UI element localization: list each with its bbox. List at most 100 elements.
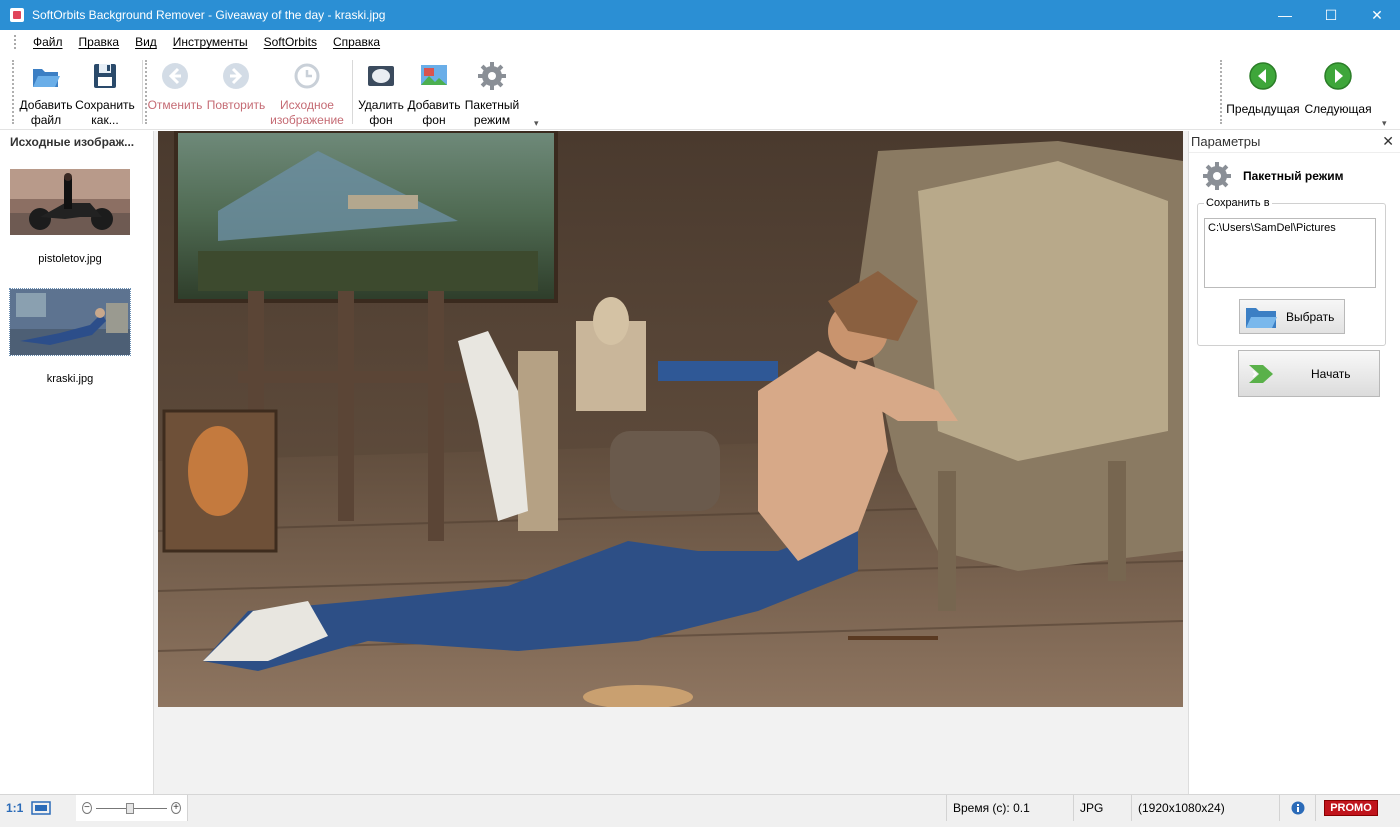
floppy-disk-icon (89, 60, 121, 92)
processing-time: Время (с): 0.1 (946, 794, 1074, 822)
actual-size-button[interactable]: 1:1 (6, 801, 23, 815)
file-group: Добавить файл Сохранить как... (18, 58, 136, 128)
folder-open-icon (30, 60, 62, 92)
main-image[interactable] (158, 131, 1183, 707)
thumbnail-label: kraski.jpg (46, 373, 94, 385)
status-bar: 1:1 − + Время (с): 0.1 JPG (1920x1080x24… (0, 794, 1400, 822)
thumbnail-kraski[interactable] (9, 288, 131, 356)
remove-bg-label-1: Удалить (358, 98, 404, 112)
menu-edit[interactable]: Правка (71, 35, 128, 49)
save-as-label-1: Сохранить (75, 98, 135, 112)
original-label-1: Исходное (280, 98, 334, 112)
add-background-button[interactable]: Добавить фон (406, 58, 462, 128)
start-label: Начать (1311, 366, 1351, 381)
window-bottom-edge (0, 821, 1400, 827)
title-bar: SoftOrbits Background Remover - Giveaway… (0, 0, 1400, 30)
batch-mode-label: Пакетный режим (1243, 169, 1344, 183)
folder-icon (1246, 307, 1277, 328)
scale-controls: 1:1 (0, 795, 76, 822)
navigation-group: Предыдущая Следующая (1226, 58, 1376, 128)
zoom-slider-area: − + (76, 794, 188, 822)
start-button[interactable]: Начать (1238, 350, 1380, 397)
menu-view[interactable]: Вид (127, 35, 165, 49)
save-to-group: Сохранить в C:\Users\SamDel\Pictures Выб… (1197, 197, 1386, 346)
batch-label-2: режим (473, 113, 511, 127)
save-path-field[interactable]: C:\Users\SamDel\Pictures (1204, 218, 1376, 288)
eraser-icon (365, 60, 397, 92)
source-images-panel: Исходные изображ... pistoletov.jpg krask… (0, 131, 154, 794)
remove-background-button[interactable]: Удалить фон (356, 58, 406, 128)
zoom-slider-thumb[interactable] (125, 802, 134, 814)
toolbar-separator (352, 60, 353, 124)
source-images-header: Исходные изображ... (10, 135, 135, 149)
add-bg-label-2: фон (422, 113, 446, 127)
history-clock-icon (291, 60, 323, 92)
batch-mode-row: Пакетный режим (1201, 159, 1400, 193)
window-title: SoftOrbits Background Remover - Giveaway… (32, 8, 386, 22)
green-left-arrow-icon (1247, 60, 1279, 92)
fit-window-icon[interactable] (31, 801, 52, 815)
next-label: Следующая (1304, 102, 1372, 116)
toolbar-separator (142, 60, 143, 124)
info-icon (1291, 801, 1304, 815)
parameters-title: Параметры (1191, 134, 1261, 149)
menu-tools[interactable]: Инструменты (165, 35, 256, 49)
thumbnail-label: pistoletov.jpg (38, 253, 102, 265)
add-bg-label-1: Добавить (407, 98, 461, 112)
undo-label: Отменить (147, 98, 203, 112)
start-arrow-icon (1249, 364, 1273, 383)
zoom-out-icon[interactable]: − (82, 802, 92, 814)
green-right-arrow-icon (1322, 60, 1354, 92)
zoom-in-icon[interactable]: + (171, 802, 181, 814)
maximize-button[interactable]: ☐ (1308, 0, 1354, 30)
redo-label: Повторить (206, 98, 266, 112)
image-canvas[interactable] (154, 131, 1188, 794)
picture-icon (418, 60, 450, 92)
menu-file[interactable]: Файл (25, 35, 71, 49)
parameters-header: Параметры ✕ (1189, 131, 1400, 153)
info-button[interactable] (1280, 794, 1316, 822)
undo-button[interactable]: Отменить (146, 58, 204, 128)
image-dimensions: (1920x1080x24) (1132, 794, 1280, 822)
gear-icon (1203, 162, 1231, 190)
toolbar-overflow-icon[interactable]: ▾ (534, 118, 539, 129)
original-label-2: изображение (270, 113, 344, 127)
batch-mode-button[interactable]: Пакетный режим (462, 58, 522, 128)
app-icon (10, 8, 24, 22)
add-file-button[interactable]: Добавить файл (18, 58, 74, 128)
panel-close-icon[interactable]: ✕ (1382, 133, 1394, 150)
toolbar-grip (12, 60, 15, 124)
save-to-label: Сохранить в (1204, 197, 1272, 209)
zoom-slider[interactable] (95, 802, 168, 814)
previous-label: Предыдущая (1226, 102, 1300, 116)
edit-group: Отменить Повторить Исходное изображение (146, 58, 346, 128)
previous-button[interactable]: Предыдущая (1226, 58, 1300, 128)
remove-bg-label-2: фон (369, 113, 393, 127)
promo-area: PROMO (1316, 795, 1386, 822)
toolbar: Добавить файл Сохранить как... Отменить … (0, 54, 1400, 130)
save-as-button[interactable]: Сохранить как... (74, 58, 136, 128)
thumbnail-pistoletov[interactable] (10, 169, 130, 235)
parameters-panel: Параметры ✕ Пакетный режим Сохранить в C… (1188, 131, 1400, 794)
menu-grip (14, 35, 17, 49)
batch-label-1: Пакетный (464, 98, 520, 112)
arrow-right-circle-icon (220, 60, 252, 92)
menu-help[interactable]: Справка (325, 35, 388, 49)
nav-toolbar-grip (1220, 60, 1223, 124)
redo-button[interactable]: Повторить (204, 58, 268, 128)
background-group: Удалить фон Добавить фон Пакетный режим (356, 58, 522, 128)
nav-overflow-icon[interactable]: ▾ (1382, 118, 1387, 129)
minimize-button[interactable]: — (1262, 0, 1308, 30)
image-format: JPG (1074, 794, 1132, 822)
choose-folder-label: Выбрать (1286, 309, 1335, 324)
add-file-label-2: файл (30, 113, 62, 127)
original-image-button[interactable]: Исходное изображение (268, 58, 346, 128)
arrow-left-circle-icon (159, 60, 191, 92)
menu-bar: Файл Правка Вид Инструменты SoftOrbits С… (0, 30, 1400, 54)
close-button[interactable]: ✕ (1354, 0, 1400, 30)
promo-badge[interactable]: PROMO (1324, 800, 1378, 816)
add-file-label-1: Добавить (19, 98, 73, 112)
choose-folder-button[interactable]: Выбрать (1239, 299, 1345, 334)
next-button[interactable]: Следующая (1300, 58, 1376, 128)
menu-softorbits[interactable]: SoftOrbits (256, 35, 325, 49)
